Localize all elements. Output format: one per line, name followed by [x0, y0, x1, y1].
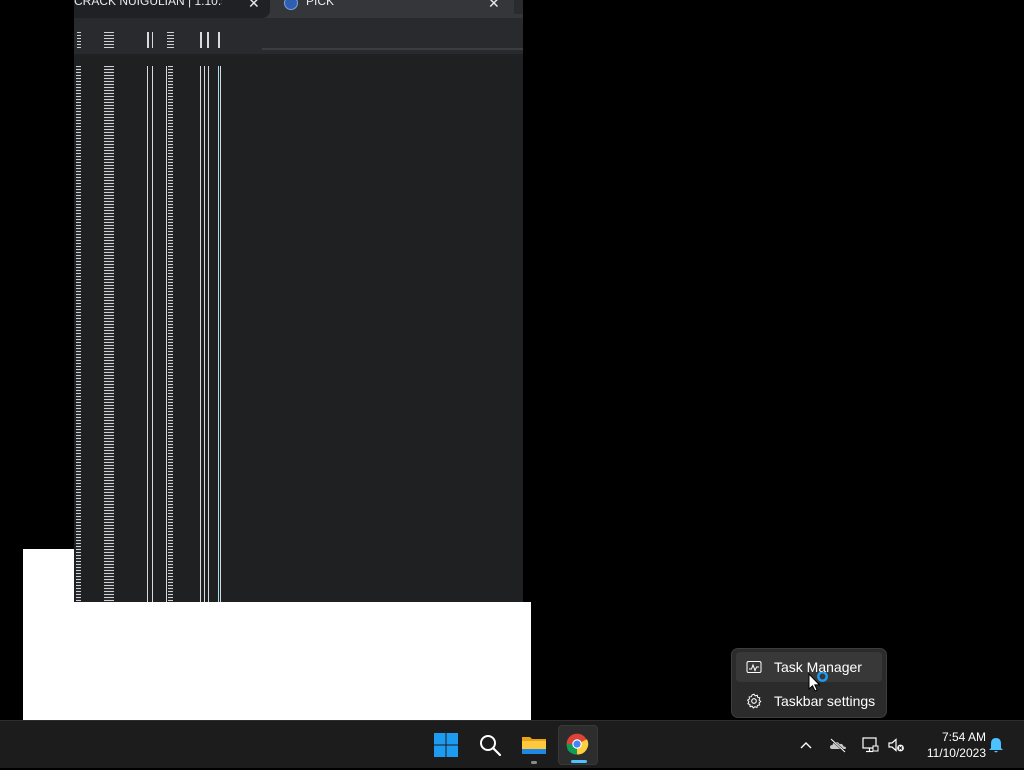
browser-tab[interactable]: CRACK NUIGULIAN | 1.10.5 ✕: [74, 0, 270, 18]
browser-window[interactable]: CRACK NUIGULIAN | 1.10.5 ✕ PICK ✕: [74, 0, 523, 602]
tab-strip: CRACK NUIGULIAN | 1.10.5 ✕ PICK ✕: [74, 0, 523, 18]
clock-date: 11/10/2023: [926, 746, 986, 760]
onedrive-offline-icon[interactable]: [828, 735, 848, 755]
glitch-stripe: [207, 32, 209, 48]
toolbar-divider: [262, 48, 523, 50]
windows-start-icon: [434, 733, 458, 757]
browser-tab[interactable]: PICK ✕: [274, 0, 510, 18]
glitch-stripe: [152, 66, 153, 602]
glitch-stripe: [147, 32, 149, 48]
start-button[interactable]: [426, 725, 466, 765]
tab-title: PICK: [306, 0, 335, 8]
search-button[interactable]: [470, 725, 510, 765]
chrome-button[interactable]: [558, 725, 598, 765]
glitch-stripe: [104, 32, 114, 48]
glitch-stripe: [204, 66, 205, 602]
glitch-stripe: [166, 66, 167, 602]
glitch-stripe: [104, 66, 114, 602]
taskbar-clock[interactable]: 7:54 AM 11/10/2023: [914, 727, 986, 763]
volume-muted-icon[interactable]: [886, 735, 906, 755]
clock-time: 7:54 AM: [941, 730, 986, 744]
chevron-up-icon[interactable]: [796, 735, 816, 755]
glitch-stripe: [208, 66, 209, 602]
chrome-icon: [566, 733, 589, 755]
glitch-stripe: [200, 32, 202, 48]
file-explorer-button[interactable]: [514, 725, 554, 765]
glitch-stripe: [167, 32, 174, 48]
network-icon[interactable]: [860, 735, 880, 755]
notification-bell-icon[interactable]: [986, 735, 1006, 755]
tab-title: CRACK NUIGULIAN | 1.10.5: [74, 0, 222, 8]
folder-icon: [522, 737, 546, 754]
glitch-stripe: [147, 66, 148, 602]
glitch-stripe: [200, 66, 201, 602]
glitch-stripe: [77, 32, 81, 48]
glitch-stripe: [152, 32, 153, 48]
tab-favicon-icon: [284, 0, 298, 10]
close-tab-icon[interactable]: ✕: [248, 0, 260, 12]
search-icon: [480, 735, 502, 757]
active-window-indicator: [571, 760, 587, 763]
page-content[interactable]: [74, 56, 523, 602]
close-tab-icon[interactable]: ✕: [488, 0, 500, 12]
mouse-pointer-busy-icon: [808, 672, 828, 692]
desktop-background: CRACK NUIGULIAN | 1.10.5 ✕ PICK ✕ Task M…: [0, 0, 1024, 720]
glitch-stripe: [218, 32, 220, 48]
running-indicator: [531, 761, 537, 764]
glitch-stripe: [220, 66, 221, 602]
glitch-stripe: [218, 66, 219, 602]
glitch-stripe: [168, 66, 173, 602]
taskbar: 7:54 AM 11/10/2023: [0, 720, 1024, 768]
blank-window-fragment: [23, 602, 531, 720]
gear-icon: [746, 693, 762, 709]
glitch-stripe: [76, 66, 81, 602]
task-manager-icon: [746, 661, 762, 673]
new-tab-button[interactable]: [514, 0, 523, 14]
